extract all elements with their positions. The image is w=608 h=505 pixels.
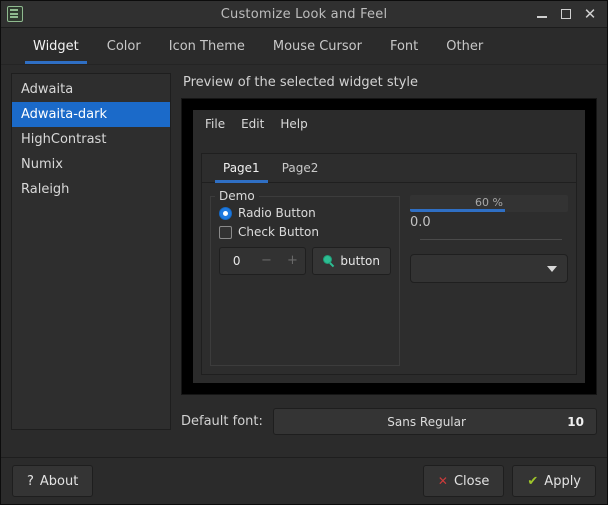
tab-widget[interactable]: Widget <box>19 28 93 64</box>
preview-tab-page1-label: Page1 <box>223 161 260 175</box>
demo-button[interactable]: button <box>312 247 391 275</box>
tab-widget-label: Widget <box>33 38 79 54</box>
magnifier-icon <box>323 255 335 267</box>
close-button-label: Close <box>453 473 490 489</box>
preview-tab-page2-label: Page2 <box>281 161 319 175</box>
spin-decrement-button[interactable]: − <box>253 249 279 273</box>
tab-mouse-cursor-label: Mouse Cursor <box>272 38 362 54</box>
about-button-label: About <box>39 473 79 489</box>
tab-other[interactable]: Other <box>432 28 497 64</box>
widget-tab-content: Adwaita Adwaita-dark HighContrast Numix … <box>1 65 607 457</box>
tab-mouse-cursor[interactable]: Mouse Cursor <box>259 28 376 64</box>
demo-button-label: button <box>340 254 380 268</box>
question-mark-icon: ? <box>27 473 34 489</box>
checkbox-icon[interactable] <box>219 225 232 239</box>
close-icon: ✕ <box>583 4 597 23</box>
preview-frame: File Edit Help Page1 Page2 Demo Radio Bu… <box>181 98 597 395</box>
theme-list[interactable]: Adwaita Adwaita-dark HighContrast Numix … <box>11 73 171 430</box>
about-button[interactable]: ? About <box>12 465 94 497</box>
maximize-icon <box>561 9 571 19</box>
list-item-highcontrast[interactable]: HighContrast <box>12 127 170 152</box>
demo-widget-row: 0 − + button <box>219 247 391 275</box>
preview-menu-edit[interactable]: Edit <box>241 117 264 131</box>
spin-increment-button[interactable]: + <box>279 249 305 273</box>
demo-groupbox: Demo Radio Button Check Button 0 − + but… <box>210 189 400 366</box>
check-button-label: Check Button <box>238 225 319 239</box>
preview-page-content: Demo Radio Button Check Button 0 − + but… <box>202 183 576 374</box>
font-chooser-button[interactable]: Sans Regular 10 <box>272 408 597 435</box>
apply-button-label: Apply <box>544 473 581 489</box>
close-dialog-button[interactable]: ✕ Close <box>422 465 505 497</box>
preview-tab-page1[interactable]: Page1 <box>212 154 271 183</box>
preview-window: File Edit Help Page1 Page2 Demo Radio Bu… <box>193 110 585 383</box>
chevron-down-icon <box>547 265 557 272</box>
spin-button-value[interactable]: 0 <box>220 254 253 268</box>
list-item-raleigh[interactable]: Raleigh <box>12 177 170 202</box>
radio-button-label: Radio Button <box>238 206 316 220</box>
preview-pane: Preview of the selected widget style Fil… <box>181 73 597 457</box>
font-name-value: Sans Regular <box>387 414 466 429</box>
preview-notebook: Page1 Page2 Demo Radio Button Check Butt… <box>201 153 577 375</box>
list-item-adwaita-dark[interactable]: Adwaita-dark <box>12 102 170 127</box>
apply-button[interactable]: ✔ Apply <box>512 465 596 497</box>
list-item-numix[interactable]: Numix <box>12 152 170 177</box>
combo-box[interactable] <box>410 254 568 283</box>
preview-menubar: File Edit Help <box>193 110 585 131</box>
preview-toolbar-space <box>193 131 585 153</box>
tab-font-label: Font <box>389 38 419 54</box>
preview-tab-page2[interactable]: Page2 <box>271 154 330 182</box>
app-icon <box>7 6 23 22</box>
radio-button-icon[interactable] <box>219 206 232 220</box>
scale-value-label: 0.0 <box>410 215 431 230</box>
tab-font[interactable]: Font <box>376 28 432 64</box>
check-button-row[interactable]: Check Button <box>219 225 391 239</box>
footer-right-group: ✕ Close ✔ Apply <box>422 465 596 497</box>
window-controls: ✕ <box>531 4 607 24</box>
tab-other-label: Other <box>446 38 484 54</box>
minimize-button[interactable] <box>531 4 553 24</box>
minimize-icon <box>537 16 547 18</box>
progress-bar-fill <box>410 209 505 212</box>
preview-menu-help[interactable]: Help <box>280 117 307 131</box>
tab-color-label: Color <box>106 38 141 54</box>
cross-icon: ✕ <box>437 474 448 488</box>
preview-menu-file[interactable]: File <box>205 117 225 131</box>
default-font-row: Default font: Sans Regular 10 <box>181 408 597 435</box>
preview-title: Preview of the selected widget style <box>183 75 419 90</box>
default-font-label: Default font: <box>181 414 263 429</box>
tab-icon-theme-label: Icon Theme <box>168 38 245 54</box>
tab-icon-theme[interactable]: Icon Theme <box>155 28 259 64</box>
checkmark-icon: ✔ <box>527 473 539 489</box>
window-title: Customize Look and Feel <box>220 6 388 22</box>
dialog-footer: ? About ✕ Close ✔ Apply <box>1 457 607 504</box>
spin-button[interactable]: 0 − + <box>219 247 307 275</box>
preview-tab-bar: Page1 Page2 <box>202 154 576 183</box>
customize-look-and-feel-window: Customize Look and Feel ✕ Widget Color I… <box>0 0 608 505</box>
title-bar: Customize Look and Feel ✕ <box>1 1 607 28</box>
close-button[interactable]: ✕ <box>579 4 601 24</box>
main-tab-bar: Widget Color Icon Theme Mouse Cursor Fon… <box>1 28 607 65</box>
tab-color[interactable]: Color <box>93 28 155 64</box>
horizontal-slider[interactable] <box>420 239 562 240</box>
maximize-button[interactable] <box>555 4 577 24</box>
demo-groupbox-title: Demo <box>215 189 259 203</box>
font-size-value: 10 <box>567 414 584 429</box>
list-item-adwaita[interactable]: Adwaita <box>12 77 170 102</box>
preview-right-column: 60 % 0.0 <box>410 189 568 366</box>
progress-bar: 60 % <box>410 195 568 212</box>
radio-button-row[interactable]: Radio Button <box>219 206 391 220</box>
